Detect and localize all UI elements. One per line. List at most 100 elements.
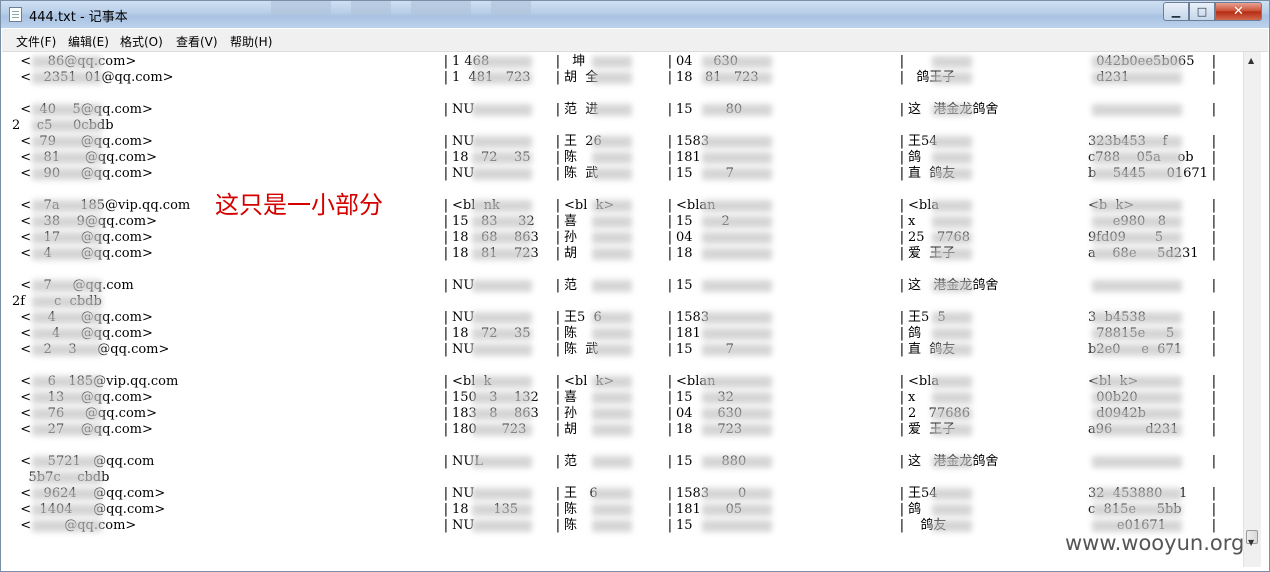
- redaction-blur: [702, 280, 772, 292]
- text-line: 5b7c cbdb: [2, 470, 1242, 486]
- column-separator: |: [666, 54, 674, 69]
- column-separator: |: [898, 134, 906, 149]
- redaction-blur: [32, 392, 102, 404]
- column-separator: |: [898, 454, 906, 469]
- text-cell: 孙: [564, 230, 586, 245]
- column-separator: |: [898, 342, 906, 357]
- redaction-blur: [932, 168, 972, 180]
- column-separator: |: [442, 214, 450, 229]
- maximize-button[interactable]: □: [1189, 2, 1215, 21]
- redaction-blur: [32, 488, 102, 500]
- vertical-scrollbar[interactable]: ▲ ▼: [1243, 52, 1261, 567]
- column-separator: |: [442, 422, 450, 437]
- column-separator: |: [554, 406, 562, 421]
- column-separator: |: [1210, 246, 1218, 261]
- redaction-blur: [32, 248, 102, 260]
- redaction-blur: [592, 408, 632, 420]
- redaction-blur: [932, 280, 972, 292]
- redaction-blur: [1092, 280, 1182, 292]
- column-separator: |: [666, 278, 674, 293]
- column-separator: |: [666, 214, 674, 229]
- column-separator: |: [442, 326, 450, 341]
- column-separator: |: [666, 198, 674, 213]
- menu-file[interactable]: 文件(F): [16, 33, 56, 50]
- text-editor-area[interactable]: < 86@qq.com>1 468 坤04 630 042b0ee5b065||…: [2, 52, 1242, 567]
- minimize-button[interactable]: ▁: [1163, 2, 1189, 21]
- scroll-up-arrow-icon[interactable]: ▲: [1248, 56, 1254, 65]
- column-separator: |: [898, 422, 906, 437]
- menu-edit[interactable]: 编辑(E): [68, 33, 109, 50]
- redaction-blur: [702, 104, 772, 116]
- text-cell: 坤: [564, 54, 586, 69]
- menu-format[interactable]: 格式(O): [120, 33, 163, 50]
- redaction-blur: [592, 312, 632, 324]
- column-separator: |: [554, 422, 562, 437]
- column-separator: |: [898, 278, 906, 293]
- column-separator: |: [666, 406, 674, 421]
- redaction-blur: [472, 168, 532, 180]
- redaction-blur: [932, 424, 972, 436]
- column-separator: |: [898, 246, 906, 261]
- redaction-blur: [1092, 248, 1182, 260]
- column-separator: |: [666, 310, 674, 325]
- redaction-blur: [592, 424, 632, 436]
- scroll-down-arrow-icon[interactable]: ▼: [1248, 538, 1254, 547]
- column-separator: |: [666, 518, 674, 533]
- column-separator: |: [666, 454, 674, 469]
- redaction-blur: [472, 72, 532, 84]
- blurred-background: [491, 1, 531, 15]
- redaction-blur: [932, 104, 972, 116]
- text-cell: x: [908, 390, 924, 405]
- column-separator: |: [554, 310, 562, 325]
- redaction-blur: [702, 312, 772, 324]
- column-separator: |: [1210, 278, 1218, 293]
- column-separator: |: [442, 342, 450, 357]
- redaction-blur: [1092, 152, 1182, 164]
- column-separator: |: [666, 150, 674, 165]
- redaction-blur: [1092, 424, 1182, 436]
- column-separator: |: [1210, 486, 1218, 501]
- redaction-blur: [702, 56, 772, 68]
- redaction-blur: [702, 376, 772, 388]
- redaction-blur: [932, 504, 972, 516]
- column-separator: |: [898, 150, 906, 165]
- column-separator: |: [554, 246, 562, 261]
- column-separator: |: [554, 166, 562, 181]
- column-separator: |: [442, 310, 450, 325]
- title-bar[interactable]: 444.txt - 记事本 ▁ □ ✕: [1, 1, 1269, 28]
- column-separator: |: [1210, 326, 1218, 341]
- text-line: 2 c5 0cbdb: [2, 118, 1242, 134]
- watermark: www.wooyun.org: [1065, 531, 1245, 555]
- redaction-blur: [932, 456, 972, 468]
- redaction-blur: [592, 392, 632, 404]
- text-line: 2f c cbdb: [2, 294, 1242, 310]
- column-separator: |: [554, 278, 562, 293]
- redaction-blur: [472, 488, 532, 500]
- menu-help[interactable]: 帮助(H): [230, 33, 272, 50]
- menu-view[interactable]: 查看(V): [176, 33, 218, 50]
- close-button[interactable]: ✕: [1215, 2, 1262, 21]
- column-separator: |: [554, 214, 562, 229]
- column-separator: |: [666, 390, 674, 405]
- redaction-blur: [32, 216, 102, 228]
- redaction-blur: [592, 504, 632, 516]
- text-cell: 范: [564, 278, 586, 293]
- redaction-blur: [592, 248, 632, 260]
- redaction-blur: [932, 376, 972, 388]
- column-separator: |: [554, 454, 562, 469]
- column-separator: |: [666, 246, 674, 261]
- column-separator: |: [554, 134, 562, 149]
- text-cell: 孙: [564, 406, 586, 421]
- redaction-blur: [32, 376, 102, 388]
- column-separator: |: [898, 518, 906, 533]
- column-separator: |: [666, 230, 674, 245]
- redaction-blur: [32, 408, 102, 420]
- redaction-blur: [472, 56, 532, 68]
- column-separator: |: [898, 54, 906, 69]
- redaction-blur: [32, 152, 102, 164]
- column-separator: |: [1210, 198, 1218, 213]
- column-separator: |: [442, 70, 450, 85]
- redaction-blur: [32, 328, 102, 340]
- redaction-blur: [592, 168, 632, 180]
- column-separator: |: [1210, 310, 1218, 325]
